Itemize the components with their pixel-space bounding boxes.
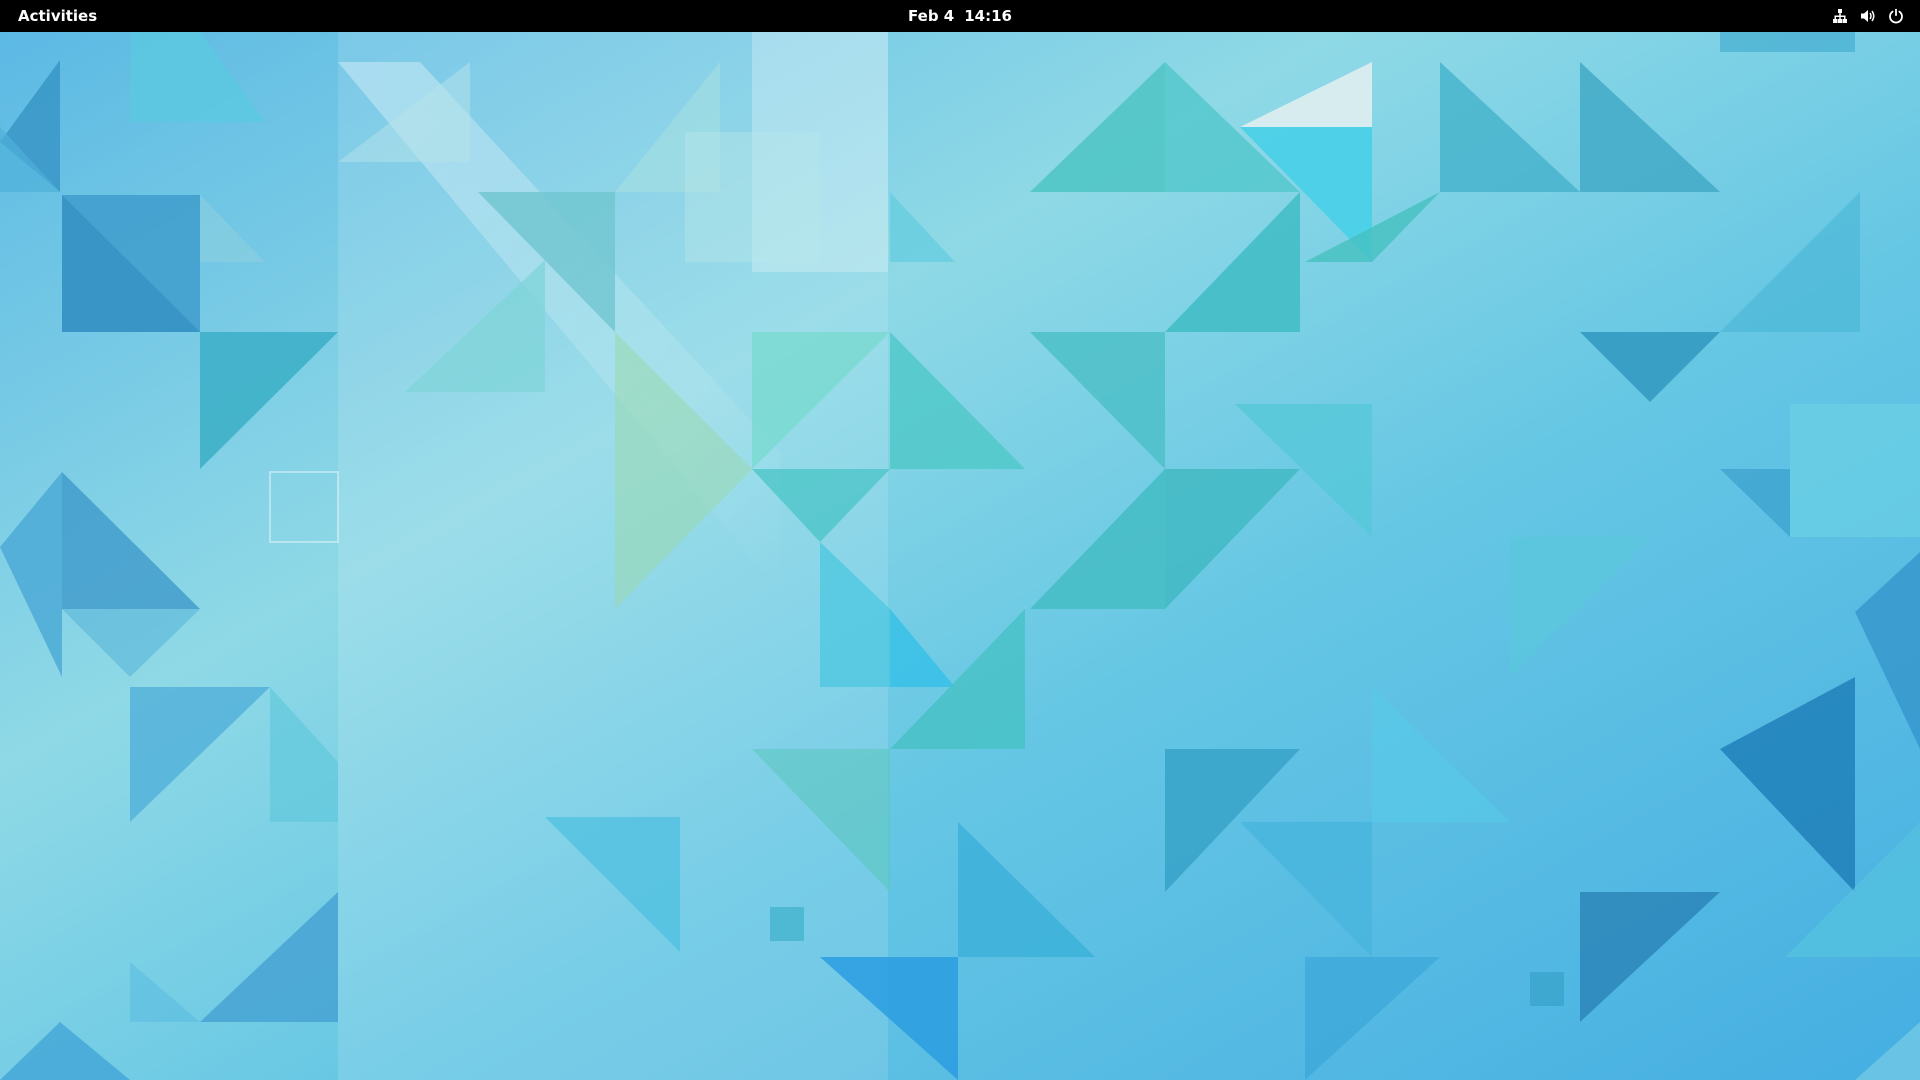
clock-time: 14:16 xyxy=(964,7,1012,25)
date-time-button[interactable]: Feb 4 14:16 xyxy=(898,2,1022,30)
activities-button[interactable]: Activities xyxy=(10,2,105,30)
top-bar: Activities Feb 4 14:16 xyxy=(0,0,1920,32)
network-wired-icon xyxy=(1833,9,1847,23)
volume-icon xyxy=(1861,10,1875,22)
power-icon xyxy=(1889,8,1903,24)
desktop-wallpaper xyxy=(0,32,1920,1080)
system-status-menu[interactable] xyxy=(1826,2,1910,30)
clock-date: Feb 4 xyxy=(908,7,955,25)
desktop-screen: Activities Feb 4 14:16 xyxy=(0,0,1920,1080)
